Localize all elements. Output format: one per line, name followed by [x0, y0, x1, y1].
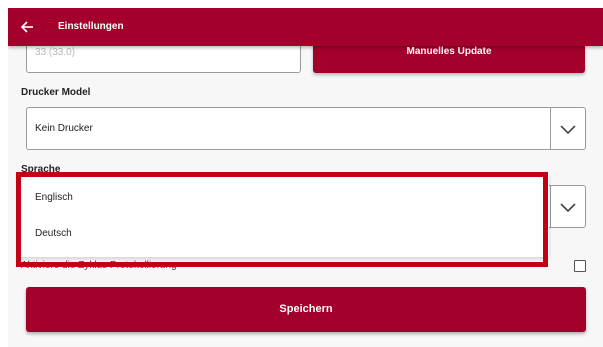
back-arrow-icon[interactable] [20, 20, 34, 34]
select-divider [550, 108, 551, 149]
version-value: 33 (33.0) [35, 47, 76, 58]
chevron-down-icon[interactable] [559, 121, 577, 137]
printer-model-label: Drucker Model [21, 87, 91, 98]
app-bar: Einstellungen [8, 8, 603, 46]
language-option-deutsch[interactable]: Deutsch [35, 228, 72, 239]
select-divider [550, 186, 551, 227]
page-title: Einstellungen [58, 21, 124, 32]
cycle-logging-label: Aktiviere die Zyklus Protokollierung [21, 260, 177, 271]
manual-update-label: Manuelles Update [406, 46, 492, 57]
language-option-englisch[interactable]: Englisch [35, 192, 73, 203]
save-button[interactable]: Speichern [26, 287, 586, 332]
printer-model-value: Kein Drucker [35, 123, 93, 134]
chevron-down-icon[interactable] [559, 199, 577, 215]
language-dropdown-menu: Englisch Deutsch [19, 174, 549, 257]
cycle-logging-checkbox[interactable] [574, 260, 586, 272]
printer-model-select[interactable]: Kein Drucker [26, 107, 586, 150]
settings-page: 33 (33.0) Manuelles Update Drucker Model… [8, 8, 603, 347]
save-button-label: Speichern [279, 303, 333, 315]
